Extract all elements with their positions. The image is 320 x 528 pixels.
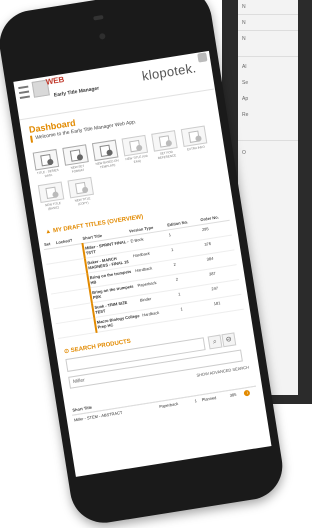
tile-via-ean[interactable]: NEW TITLE (VIA EAN) xyxy=(121,134,150,165)
tile-template[interactable]: NEW BASED ON TEMPLATE xyxy=(91,139,120,170)
background-row: N xyxy=(242,36,246,42)
brand-label: WEB xyxy=(45,74,65,87)
cell-order: 385 xyxy=(229,391,237,398)
background-row: N xyxy=(242,4,246,10)
background-row: Re xyxy=(242,112,249,118)
logo-badge-icon xyxy=(197,52,208,63)
add-icon xyxy=(52,191,59,199)
search-section-icon: ⊙ xyxy=(63,348,70,356)
background-row: Se xyxy=(242,80,249,86)
background-row: Al xyxy=(242,64,247,70)
speaker xyxy=(93,14,104,21)
warning-icon: ▲ xyxy=(44,228,52,236)
add-icon xyxy=(106,149,114,157)
tile-extra-info[interactable]: EXTRA INFO xyxy=(180,125,209,155)
background-row: N xyxy=(242,20,246,26)
menu-icon[interactable] xyxy=(18,85,30,99)
tile-reference[interactable]: SET FOR REFERENCE xyxy=(151,130,179,160)
app-name: Early Title Manager xyxy=(53,85,100,99)
add-icon xyxy=(46,158,54,166)
cell-order: 181 xyxy=(211,294,244,314)
add-icon xyxy=(76,153,84,161)
add-icon xyxy=(135,144,143,152)
tile-title-series[interactable]: TITLE - SERIES DATA xyxy=(32,148,61,179)
camera xyxy=(98,32,106,40)
add-icon xyxy=(165,139,173,147)
lock-icon[interactable]: ⊖ xyxy=(221,332,237,348)
klopotek-logo: klopotek. xyxy=(140,60,198,84)
tile-new-set[interactable]: NEW SET FORMAT xyxy=(62,144,90,174)
add-icon xyxy=(195,135,202,143)
tile-copy[interactable]: NEW TITLE (COPY) xyxy=(67,176,95,207)
info-icon[interactable]: i xyxy=(243,389,251,397)
background-row: O xyxy=(242,150,246,156)
background-row: Ap xyxy=(242,96,249,102)
add-icon xyxy=(81,186,89,194)
search-icon[interactable]: ⌕ xyxy=(207,334,223,350)
tile-basic[interactable]: NEW TITLE (BASIC) xyxy=(37,181,66,212)
